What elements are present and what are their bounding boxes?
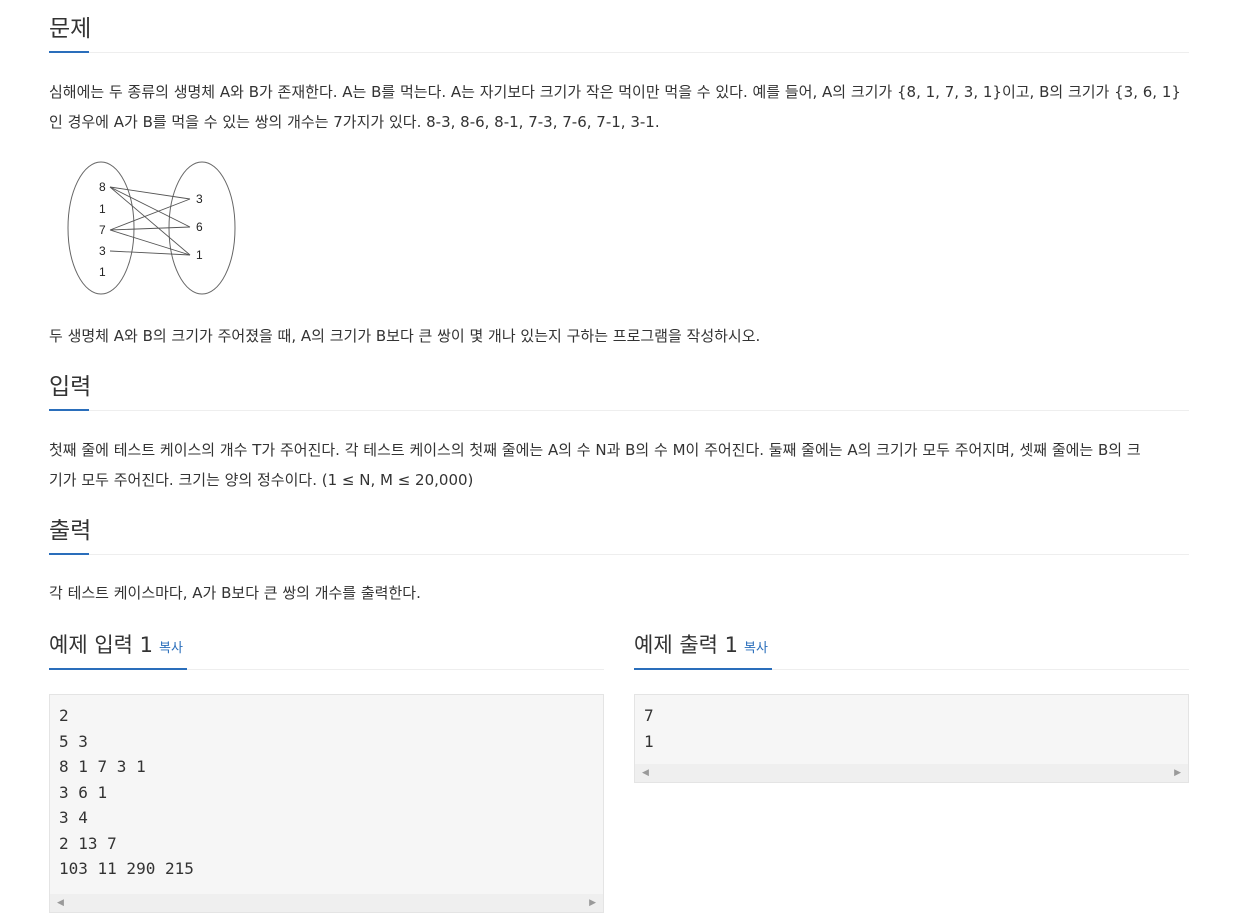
- scroll-right-arrow-icon[interactable]: ▶: [589, 898, 596, 908]
- input-title-underline: [49, 409, 89, 411]
- sample-output-scrollbar[interactable]: ◀ ▶: [635, 764, 1188, 782]
- input-title: 입력: [49, 374, 92, 400]
- input-section-header: 입력: [49, 358, 1189, 411]
- sample-output-copy-button[interactable]: 복사: [744, 641, 768, 656]
- sample-input-content: 2 5 3 8 1 7 3 1 3 6 1 3 4 2 13 7 103 11 …: [59, 706, 194, 878]
- problem-title: 문제: [49, 16, 92, 42]
- pair-edges: [109, 186, 191, 256]
- sample-input-title: 예제 입력 1: [49, 633, 153, 657]
- output-title: 출력: [49, 518, 92, 544]
- set-b-value: 1: [196, 248, 203, 262]
- output-section-header: 출력: [49, 502, 1189, 555]
- sample-input-header: 예제 입력 1 복사: [49, 617, 604, 670]
- scroll-right-arrow-icon[interactable]: ▶: [1174, 768, 1181, 778]
- problem-description-line-3: 두 생명체 A와 B의 크기가 주어졌을 때, A의 크기가 B보다 큰 쌍이 …: [49, 327, 761, 345]
- sample-output-heading: 예제 출력 1 복사: [634, 629, 768, 665]
- set-a-value: 8: [99, 180, 106, 194]
- sample-output-box[interactable]: 7 1 ◀ ▶: [634, 694, 1189, 783]
- problem-description-line-1: 심해에는 두 종류의 생명체 A와 B가 존재한다. A는 B를 먹는다. A는…: [49, 83, 1181, 101]
- scroll-left-arrow-icon[interactable]: ◀: [57, 898, 64, 908]
- sample-output-title: 예제 출력 1: [634, 633, 738, 657]
- problem-title-underline: [49, 51, 89, 53]
- sample-output-content: 7 1: [644, 706, 654, 751]
- sample-input-copy-button[interactable]: 복사: [159, 641, 183, 656]
- scroll-left-arrow-icon[interactable]: ◀: [642, 768, 649, 778]
- set-b-value: 6: [196, 220, 203, 234]
- set-a-value: 3: [99, 244, 106, 258]
- set-a-value: 7: [99, 223, 106, 237]
- pair-diagram: 8 1 7 3 1 3 6 1: [67, 161, 236, 295]
- output-title-underline: [49, 553, 89, 555]
- input-description-line-1: 첫째 줄에 테스트 케이스의 개수 T가 주어진다. 각 테스트 케이스의 첫째…: [49, 441, 1141, 459]
- sample-input-box[interactable]: 2 5 3 8 1 7 3 1 3 6 1 3 4 2 13 7 103 11 …: [49, 694, 604, 913]
- problem-section-header: 문제: [49, 0, 1189, 53]
- input-description-line-2: 기가 모두 주어진다. 크기는 양의 정수이다. (1 ≤ N, M ≤ 20,…: [49, 471, 474, 489]
- edge-7-3: [109, 198, 191, 231]
- set-b-value: 3: [196, 192, 203, 206]
- set-a-value: 1: [99, 202, 106, 216]
- edge-7-6: [109, 226, 191, 231]
- output-description-line-1: 각 테스트 케이스마다, A가 B보다 큰 쌍의 개수를 출력한다.: [49, 584, 421, 602]
- set-a-value: 1: [99, 265, 106, 279]
- sample-input-underline: [49, 668, 187, 670]
- problem-description-line-2: 인 경우에 A가 B를 먹을 수 있는 쌍의 개수는 7가지가 있다. 8-3,…: [49, 113, 660, 131]
- sample-output-header: 예제 출력 1 복사: [634, 617, 1189, 670]
- sample-input-heading: 예제 입력 1 복사: [49, 629, 183, 665]
- sample-input-scrollbar[interactable]: ◀ ▶: [50, 894, 603, 912]
- sample-output-underline: [634, 668, 772, 670]
